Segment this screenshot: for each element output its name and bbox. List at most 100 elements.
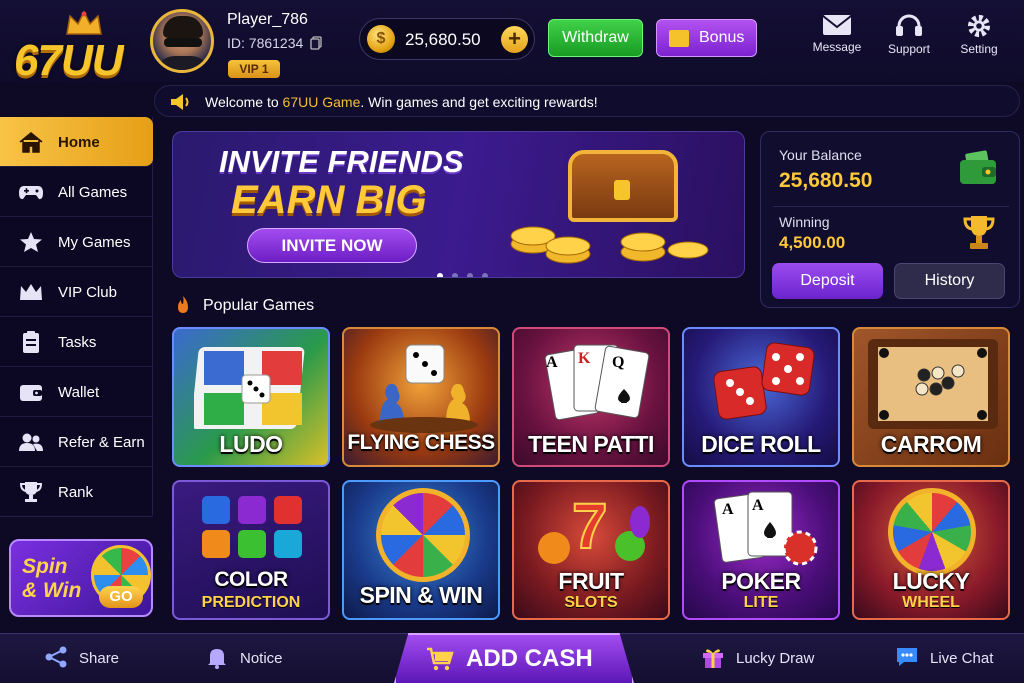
game-card-dice-roll[interactable]: DICE ROLL [682,327,840,467]
gamepad-icon [19,186,43,200]
add-coins-button[interactable]: + [501,26,528,53]
gold-coins-icon [510,226,709,264]
message-button[interactable]: Message [807,14,867,54]
carousel-dots[interactable] [437,266,497,277]
game-title: CARROM [880,431,982,457]
spin-promo-line1: Spin [22,555,68,578]
invite-now-button[interactable]: INVITE NOW [247,228,417,263]
sidebar-item-wallet[interactable]: Wallet [0,367,153,417]
sidebar-item-label: Tasks [58,334,97,351]
brand-logo[interactable]: 67UU [14,10,144,85]
setting-label: Setting [960,42,998,56]
sidebar-item-label: All Games [58,184,128,201]
message-label: Message [812,40,862,54]
share-label: Share [79,650,120,667]
balance-panel: Your Balance 25,680.50 Winning 4,500.00 … [760,131,1020,308]
game-card-teen-patti[interactable]: A K Q TEEN PATTI [512,327,670,467]
fruit-slots-icon: 7 [538,489,650,564]
setting-button[interactable]: Setting [949,14,1009,56]
coin-balance: $ 25,680.50 + [359,18,535,60]
envelope-icon [822,15,852,35]
cart-icon [427,647,454,671]
game-card-poker-lite[interactable]: AA POKER LITE [682,480,840,620]
sidebar: Home All Games My Games VIP Club Tasks W… [0,117,153,517]
support-label: Support [887,42,931,56]
deposit-button[interactable]: Deposit [772,263,883,299]
gift-icon [703,649,723,668]
game-card-ludo[interactable]: LUDO [172,327,330,467]
bonus-label: Bonus [699,29,745,46]
dice-pawn-icon [370,344,478,433]
wheel-icon [376,488,470,582]
sidebar-item-my-games[interactable]: My Games [0,217,153,267]
poker-cards-icon: AA [713,491,818,566]
history-button[interactable]: History [894,263,1005,299]
sidebar-item-label: My Games [58,234,131,251]
trophy-icon [963,216,995,249]
fire-icon [178,296,188,313]
sidebar-item-vip-club[interactable]: VIP Club [0,267,153,317]
game-title: LUCKY [892,568,970,594]
game-title: FLYING CHESS [347,431,495,454]
sidebar-item-label: Rank [58,484,94,501]
balance-label: Your Balance [779,147,862,163]
sidebar-item-tasks[interactable]: Tasks [0,317,153,367]
spin-win-promo[interactable]: Spin & Win GO [9,539,153,617]
live-chat-label: Live Chat [930,650,994,667]
crown-icon [66,10,102,35]
invite-banner[interactable]: INVITE FRIENDS EARN BIG INVITE NOW [172,131,745,278]
game-card-spin-win[interactable]: SPIN & WIN [342,480,500,620]
game-title: TEEN PATTI [528,431,654,457]
game-title: COLOR [214,568,288,591]
winning-label: Winning [779,214,830,230]
support-button[interactable]: Support [879,14,939,56]
banner-title: INVITE FRIENDS [219,144,464,179]
svg-text:A: A [752,497,764,514]
gift-icon [669,30,689,47]
game-card-flying-chess[interactable]: FLYING CHESS [342,327,500,467]
popular-games-title: Popular Games [203,297,315,314]
chat-icon [897,648,917,666]
svg-text:Q: Q [612,354,624,371]
spin-go-button[interactable]: GO [99,586,143,608]
game-title: POKER [721,568,801,594]
game-card-carrom[interactable]: CARROM [852,327,1010,467]
color-grid-icon [202,496,302,558]
game-subtitle: PREDICTION [201,594,301,611]
lucky-draw-label: Lucky Draw [736,650,815,667]
lucky-wheel-icon [888,488,976,576]
game-subtitle: SLOTS [564,594,618,611]
svg-text:7: 7 [572,490,608,562]
avatar[interactable] [150,9,214,73]
add-cash-button[interactable]: ADD CASH [394,633,634,683]
game-title: SPIN & WIN [359,582,483,608]
copy-icon[interactable] [310,36,322,50]
svg-text:A: A [546,354,558,371]
winning-value: 4,500.00 [779,233,846,252]
sidebar-item-home[interactable]: Home [0,117,153,167]
announcement-bar: Welcome to 67UU Game. Win games and get … [154,85,1020,117]
sidebar-item-label: Refer & Earn [58,434,145,451]
game-subtitle: LITE [743,594,779,611]
svg-text:A: A [722,501,734,518]
coin-balance-value: 25,680.50 [405,30,481,49]
sidebar-item-rank[interactable]: Rank [0,467,153,517]
bonus-button[interactable]: Bonus [656,19,757,57]
gear-icon [967,14,991,38]
game-card-lucky-wheel[interactable]: LUCKY WHEEL [852,480,1010,620]
game-card-fruit-slots[interactable]: 7 FRUIT SLOTS [512,480,670,620]
game-subtitle: WHEEL [902,594,960,611]
withdraw-button[interactable]: Withdraw [548,19,643,57]
crown-icon [20,284,42,300]
welcome-suffix: . Win games and get exciting rewards! [360,94,598,110]
ludo-board-icon [194,347,305,429]
svg-text:K: K [578,350,591,367]
headset-icon [896,14,922,36]
logo-text: 67UU [14,36,123,85]
add-cash-label: ADD CASH [466,645,593,672]
sidebar-item-all-games[interactable]: All Games [0,167,153,217]
sidebar-item-refer-earn[interactable]: Refer & Earn [0,417,153,467]
trophy-icon [19,482,43,502]
welcome-prefix: Welcome to [205,94,283,110]
game-card-color-prediction[interactable]: COLOR PREDICTION [172,480,330,620]
